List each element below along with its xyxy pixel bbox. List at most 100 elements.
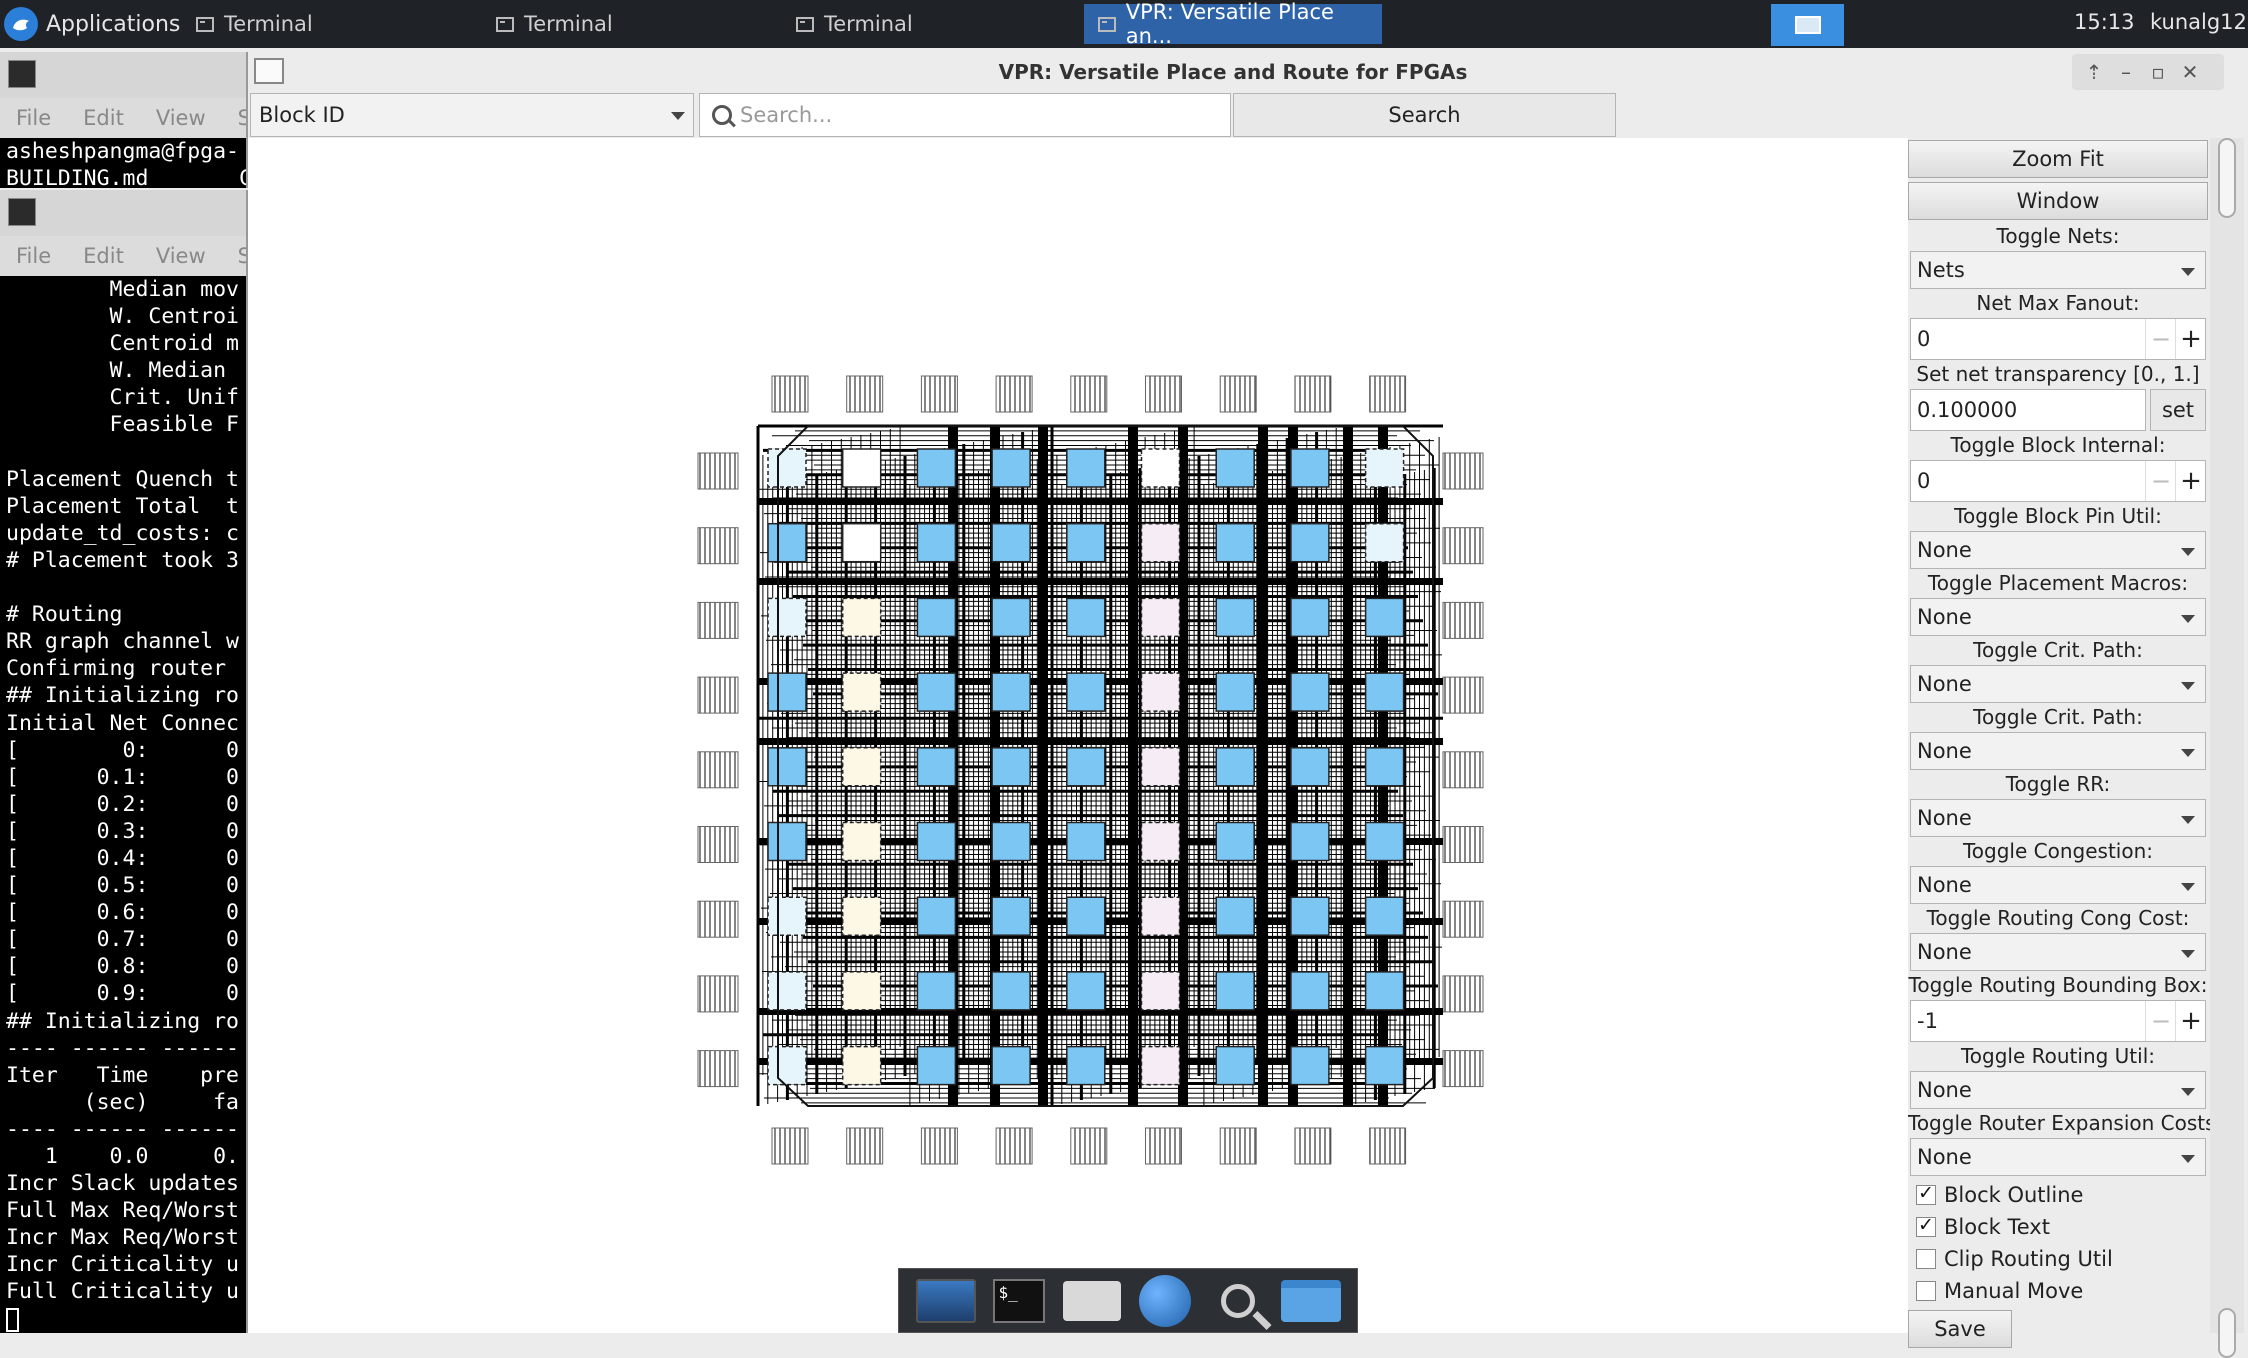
toggle-block-pin-util-select[interactable]: None [1910, 531, 2206, 569]
logic-block [916, 448, 957, 488]
dock-item-search[interactable] [1208, 1275, 1268, 1327]
clock[interactable]: 15:13 [2074, 10, 2135, 34]
search-button[interactable]: Search [1233, 93, 1616, 137]
workspace-switcher[interactable] [1771, 4, 1844, 46]
logic-block [1140, 1045, 1181, 1086]
toggle-router-expansion-select[interactable]: None [1910, 1138, 2206, 1176]
logic-block [1066, 896, 1106, 936]
keep-above-icon[interactable]: ⇡ [2080, 58, 2108, 86]
search-type-value: Block ID [259, 103, 345, 127]
menu-edit[interactable]: Edit [83, 244, 124, 268]
io-pad [1145, 1127, 1182, 1165]
menu-view[interactable]: View [156, 244, 206, 268]
dock-item-desktop[interactable] [915, 1275, 976, 1327]
toggle-routing-cong-cost-select[interactable]: None [1910, 933, 2206, 971]
toggle-congestion-select[interactable]: None [1910, 866, 2206, 904]
toggle-crit-path-2-select[interactable]: None [1910, 732, 2206, 770]
net-max-fanout-spinner[interactable]: 0 − + [1910, 318, 2206, 360]
menu-file[interactable]: File [16, 244, 51, 268]
terminal-output[interactable]: Median mov W. Centroi Centroid m W. Medi… [0, 276, 246, 1333]
logic-block [1066, 597, 1106, 638]
logic-block [1215, 672, 1255, 712]
toggle-routing-bbox-spinner[interactable]: -1 − + [1910, 1000, 2206, 1042]
terminal-window-main[interactable]: File Edit View Se Median mov W. Centroi … [0, 190, 248, 1333]
net-transparency-input[interactable]: 0.100000 [1910, 389, 2146, 431]
terminal-line: update_td_costs: c [6, 520, 239, 546]
dock-item-files[interactable] [1280, 1275, 1341, 1327]
io-pad [697, 751, 739, 789]
terminal-titlebar[interactable] [0, 190, 246, 236]
block-text-checkbox[interactable]: Block Text [1916, 1212, 2050, 1242]
search-input[interactable]: Search... [699, 93, 1231, 137]
fpga-canvas[interactable] [248, 138, 1908, 1333]
terminal-line: [ 0.9: 0 [6, 981, 239, 1007]
scrollbar-thumb-bottom[interactable] [2218, 1308, 2236, 1358]
menu-view[interactable]: View [156, 106, 206, 130]
menu-search[interactable]: Se [238, 106, 246, 130]
logic-block [1290, 672, 1330, 712]
logic-block [767, 522, 807, 563]
panel-scrollbar[interactable] [2210, 138, 2244, 1358]
logic-block [991, 522, 1031, 563]
increment-button[interactable]: + [2175, 319, 2206, 359]
logic-block [841, 747, 882, 787]
toggle-nets-select[interactable]: Nets [1910, 251, 2206, 289]
terminal-titlebar[interactable] [0, 52, 246, 98]
taskbar-item-vpr[interactable]: VPR: Versatile Place an... [1084, 0, 1382, 48]
menu-edit[interactable]: Edit [83, 106, 124, 130]
io-pad [1294, 375, 1332, 413]
routing-bundle [1038, 426, 1048, 1106]
browser-globe-icon [1138, 1274, 1191, 1327]
toggle-routing-util-select[interactable]: None [1910, 1071, 2206, 1109]
fpga-architecture-view[interactable] [248, 138, 1908, 1333]
menu-file[interactable]: File [16, 106, 51, 130]
dock-item-home[interactable] [1062, 1275, 1122, 1327]
scrollbar-thumb-top[interactable] [2218, 138, 2236, 218]
close-icon[interactable]: ✕ [2176, 58, 2204, 86]
io-pad [1070, 1127, 1108, 1165]
menu-search[interactable]: Se [238, 244, 246, 268]
toggle-block-internal-spinner[interactable]: 0 − + [1910, 460, 2206, 502]
net-max-fanout-label: Net Max Fanout: [1976, 291, 2140, 315]
logic-block [991, 896, 1031, 936]
chevron-down-icon [2181, 816, 2195, 824]
dock-item-browser[interactable] [1135, 1274, 1195, 1327]
save-button[interactable]: Save [1908, 1310, 2012, 1348]
io-pad [697, 676, 739, 714]
terminal-line: ## Initializing ro [6, 1008, 239, 1034]
dock-item-terminal[interactable]: $_ [989, 1275, 1049, 1327]
taskbar-item-terminal-1[interactable]: Terminal [182, 4, 382, 44]
block-outline-checkbox[interactable]: Block Outline [1916, 1180, 2083, 1210]
toggle-placement-macros-select[interactable]: None [1910, 598, 2206, 636]
io-pad [1442, 676, 1484, 714]
zoom-fit-button[interactable]: Zoom Fit [1908, 140, 2208, 178]
terminal-line: ---- ------ ------ [6, 1035, 239, 1061]
terminal-output[interactable]: asheshpangma@fpga- BUILDING.md C [0, 138, 246, 188]
increment-button[interactable]: + [2175, 1001, 2206, 1041]
logic-block [991, 448, 1031, 488]
applications-menu[interactable]: Applications [4, 4, 180, 44]
search-type-select[interactable]: Block ID [250, 93, 694, 137]
decrement-button[interactable]: − [2145, 461, 2176, 501]
io-pad [771, 375, 809, 413]
taskbar-item-terminal-3[interactable]: Terminal [782, 4, 982, 44]
clip-routing-util-checkbox[interactable]: Clip Routing Util [1916, 1244, 2113, 1274]
taskbar-item-terminal-2[interactable]: Terminal [482, 4, 682, 44]
terminal-window-top[interactable]: File Edit View Se asheshpangma@fpga-BUIL… [0, 52, 248, 188]
routing-bundle [758, 578, 1443, 585]
user-name[interactable]: kunalg123 [2150, 10, 2248, 34]
decrement-button[interactable]: − [2145, 319, 2176, 359]
decrement-button[interactable]: − [2145, 1001, 2176, 1041]
increment-button[interactable]: + [2175, 461, 2206, 501]
io-pad [1442, 452, 1484, 490]
toggle-crit-path-select[interactable]: None [1910, 665, 2206, 703]
minimize-icon[interactable]: – [2112, 58, 2140, 86]
manual-move-checkbox[interactable]: Manual Move [1916, 1276, 2083, 1306]
window-button[interactable]: Window [1908, 182, 2208, 220]
set-transparency-button[interactable]: set [2150, 389, 2206, 431]
maximize-icon[interactable]: ▫ [2144, 58, 2172, 86]
clip-routing-util-label: Clip Routing Util [1944, 1247, 2113, 1271]
chevron-down-icon [2181, 1088, 2195, 1096]
logic-block [991, 747, 1031, 787]
toggle-rr-select[interactable]: None [1910, 799, 2206, 837]
